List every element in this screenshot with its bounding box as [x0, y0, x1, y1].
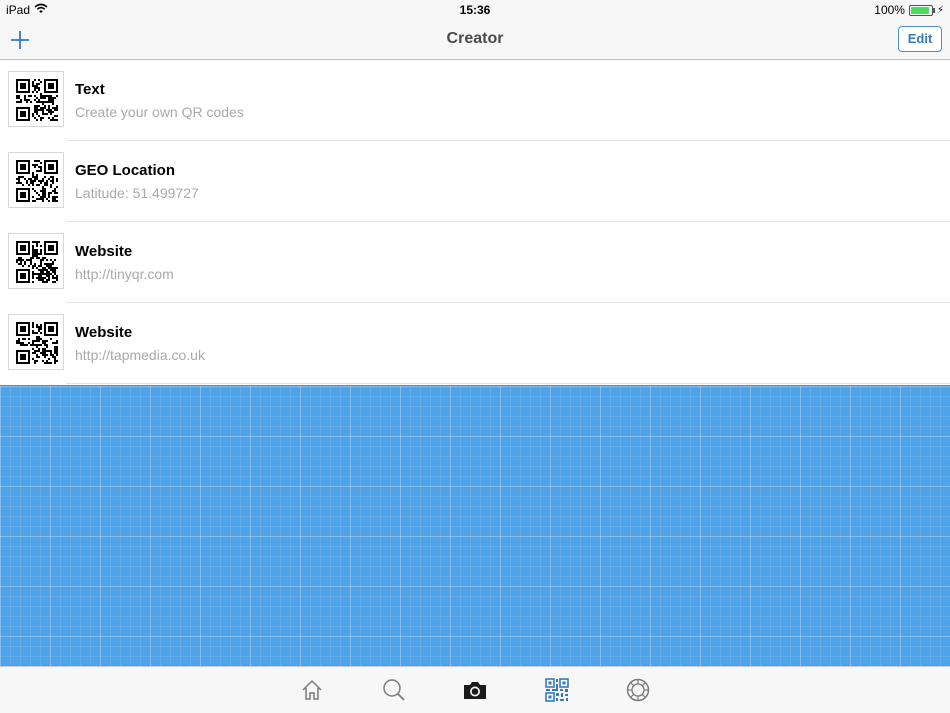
- row-divider: [66, 383, 950, 384]
- tab-scan[interactable]: [462, 677, 488, 703]
- list-item-subtitle: http://tapmedia.co.uk: [75, 347, 205, 363]
- charging-bolt-icon: ⚡: [936, 4, 944, 16]
- battery-percent: 100%: [874, 3, 905, 17]
- search-icon: [383, 679, 405, 701]
- page-title: Creator: [446, 30, 504, 47]
- settings-gear-icon: [626, 678, 650, 702]
- list-item[interactable]: Text Create your own QR codes: [0, 60, 950, 141]
- qr-code-list: Text Create your own QR codes GEO Location…: [0, 60, 950, 384]
- list-item-title: Website: [75, 243, 133, 260]
- list-item-title: GEO Location: [75, 162, 176, 179]
- tab-home[interactable]: [299, 677, 325, 703]
- list-item-subtitle: http://tinyqr.com: [75, 266, 174, 282]
- list-item-subtitle: Latitude: 51.499727: [75, 185, 199, 201]
- home-icon: [302, 679, 322, 700]
- blueprint-background: [0, 385, 950, 667]
- list-item-subtitle: Create your own QR codes: [75, 104, 244, 120]
- list-item[interactable]: Website http://tapmedia.co.uk: [0, 303, 950, 384]
- qr-code-thumbnail: [8, 233, 64, 289]
- list-item[interactable]: Website http://tinyqr.com: [0, 222, 950, 303]
- status-time: 15:36: [459, 3, 491, 17]
- qr-code-icon: [545, 678, 569, 702]
- qr-code-thumbnail: [8, 314, 64, 370]
- tab-settings[interactable]: [625, 677, 651, 703]
- status-bar: iPad 15:36 100% ⚡: [0, 0, 950, 20]
- tab-creator[interactable]: [544, 677, 570, 703]
- qr-code-thumbnail: [8, 152, 64, 208]
- camera-icon: [464, 682, 486, 699]
- tab-bar: [0, 666, 950, 713]
- tab-search[interactable]: [381, 677, 407, 703]
- status-right: 100% ⚡: [874, 3, 944, 17]
- nav-bar: Creator Edit: [0, 20, 950, 60]
- edit-button[interactable]: Edit: [898, 26, 942, 52]
- list-item-title: Website: [75, 324, 133, 341]
- list-item[interactable]: GEO Location Latitude: 51.499727: [0, 141, 950, 222]
- list-item-title: Text: [75, 81, 105, 98]
- battery-icon: [908, 4, 935, 16]
- qr-code-thumbnail: [8, 71, 64, 127]
